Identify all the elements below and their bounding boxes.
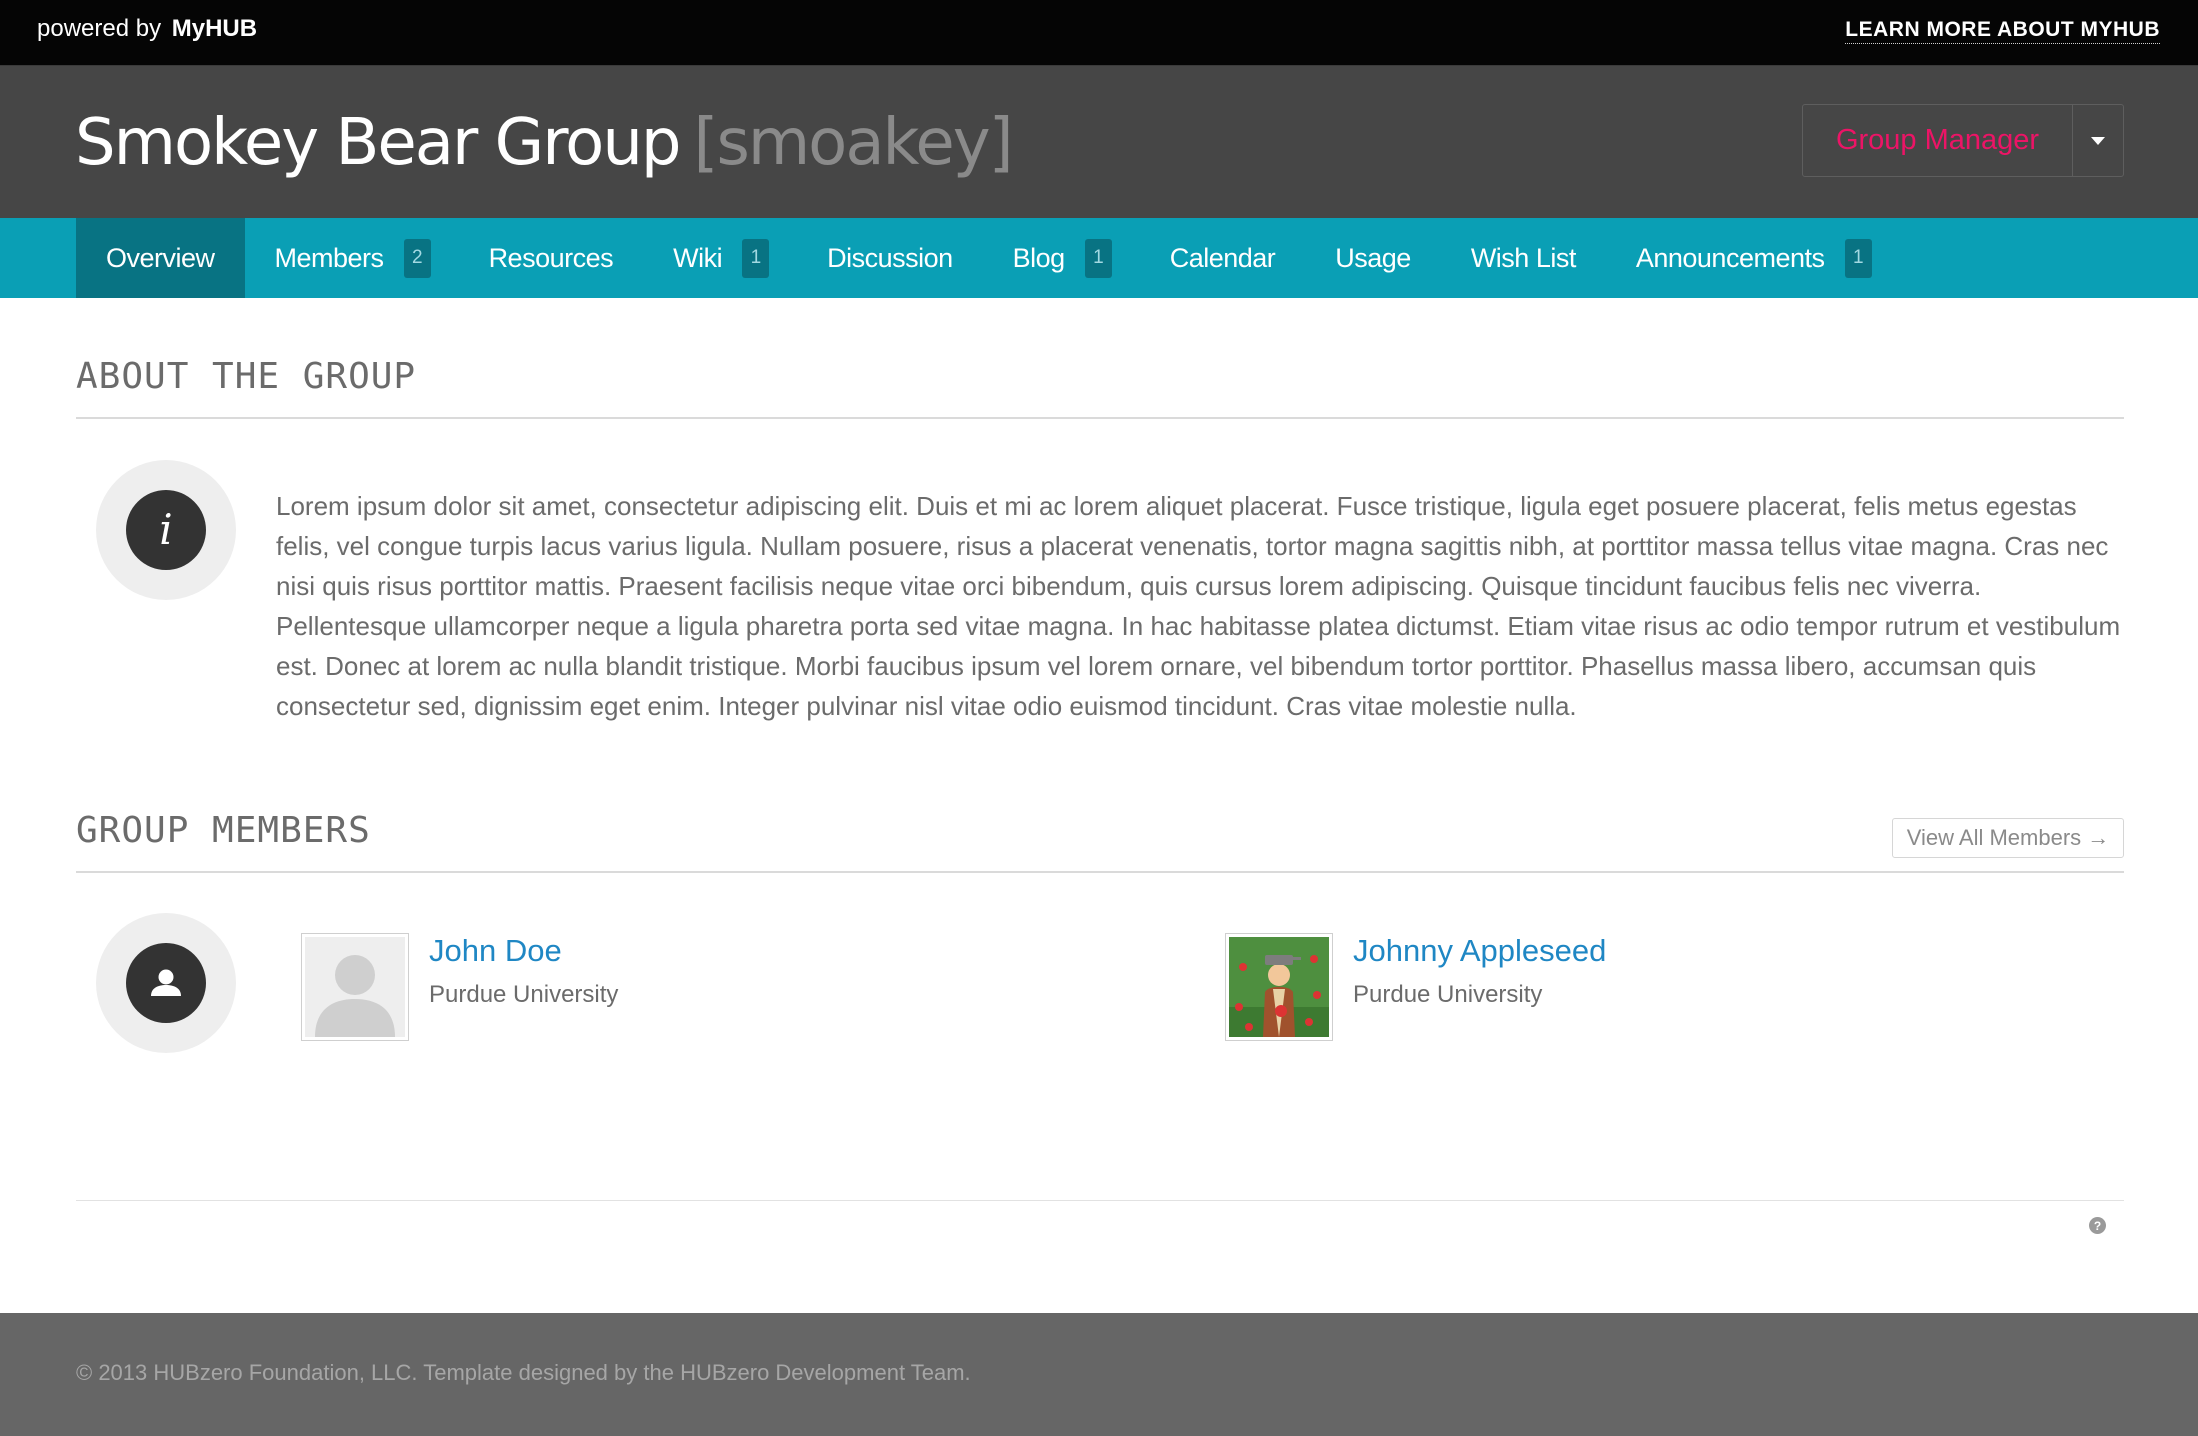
top-bar: powered by MyHUB LEARN MORE ABOUT MYHUB: [0, 0, 2198, 66]
page-title: Smokey Bear Group [smoakey]: [75, 106, 1014, 180]
about-icon-badge: i: [96, 460, 236, 600]
tab-label: Overview: [106, 242, 215, 273]
powered-by[interactable]: powered by MyHUB: [37, 15, 257, 43]
tab-announcements[interactable]: Announcements 1: [1606, 218, 1900, 298]
members-heading: GROUP MEMBERS: [76, 810, 371, 851]
member-avatar[interactable]: [1225, 933, 1333, 1041]
tab-wish-list[interactable]: Wish List: [1441, 218, 1606, 298]
tab-wiki[interactable]: Wiki 1: [643, 218, 797, 298]
group-manager-dropdown: Group Manager: [1802, 104, 2124, 177]
tab-calendar[interactable]: Calendar: [1140, 218, 1306, 298]
divider: [76, 1200, 2124, 1201]
about-text: Lorem ipsum dolor sit amet, consectetur …: [276, 491, 2121, 721]
footer-copyright: © 2013 HUBzero Foundation, LLC. Template…: [76, 1360, 971, 1385]
divider: [76, 871, 2124, 873]
footer: © 2013 HUBzero Foundation, LLC. Template…: [0, 1313, 2198, 1436]
member-card: Johnny Appleseed Purdue University: [1225, 933, 2045, 1043]
help-icon[interactable]: ?: [2089, 1217, 2106, 1234]
view-all-members-button[interactable]: View All Members →: [1892, 818, 2124, 858]
member-org: Purdue University: [429, 981, 619, 1008]
tab-members[interactable]: Members 2: [245, 218, 459, 298]
appleseed-avatar-icon: [1229, 937, 1329, 1037]
group-nav: Overview Members 2 Resources Wiki 1 Disc…: [0, 218, 2198, 298]
member-org: Purdue University: [1353, 981, 1543, 1008]
group-manager-toggle[interactable]: [2073, 105, 2123, 176]
group-name: Smokey Bear Group: [75, 106, 681, 180]
powered-prefix: powered by: [37, 15, 162, 42]
group-cn: [smoakey]: [693, 106, 1014, 180]
group-header: Smokey Bear Group [smoakey] Group Manager: [0, 66, 2198, 218]
tab-label: Members: [274, 242, 385, 273]
count-badge: 2: [403, 238, 431, 278]
tab-label: Wish List: [1470, 242, 1577, 273]
default-avatar-icon: [305, 937, 405, 1037]
user-icon: [126, 943, 206, 1023]
learn-more-link[interactable]: LEARN MORE ABOUT MYHUB: [1845, 18, 2160, 44]
tab-usage[interactable]: Usage: [1305, 218, 1441, 298]
powered-brand: MyHUB: [171, 15, 258, 42]
tab-label: Usage: [1335, 242, 1411, 273]
tab-overview[interactable]: Overview: [76, 218, 245, 298]
tab-label: Discussion: [827, 242, 953, 273]
count-badge: 1: [1844, 238, 1872, 278]
page: powered by MyHUB LEARN MORE ABOUT MYHUB …: [0, 0, 2198, 1436]
member-avatar[interactable]: [301, 933, 409, 1041]
tab-discussion[interactable]: Discussion: [797, 218, 983, 298]
tab-resources[interactable]: Resources: [459, 218, 644, 298]
tab-label: Wiki: [673, 242, 723, 273]
count-badge: 1: [1084, 238, 1112, 278]
about-heading: ABOUT THE GROUP: [76, 356, 417, 397]
members-icon-badge: [96, 913, 236, 1053]
member-name-link[interactable]: Johnny Appleseed: [1353, 933, 1606, 969]
tab-label: Calendar: [1169, 242, 1276, 273]
tab-label: Announcements: [1635, 242, 1825, 273]
info-icon: i: [126, 490, 206, 570]
tab-blog[interactable]: Blog 1: [983, 218, 1140, 298]
member-name-link[interactable]: John Doe: [429, 933, 562, 969]
member-card: John Doe Purdue University: [301, 933, 1121, 1043]
caret-down-icon: [2091, 136, 2105, 145]
tab-label: Resources: [488, 242, 614, 273]
tab-label: Blog: [1012, 242, 1066, 273]
count-badge: 1: [742, 238, 770, 278]
divider: [76, 417, 2124, 419]
group-manager-button[interactable]: Group Manager: [1803, 105, 2073, 176]
